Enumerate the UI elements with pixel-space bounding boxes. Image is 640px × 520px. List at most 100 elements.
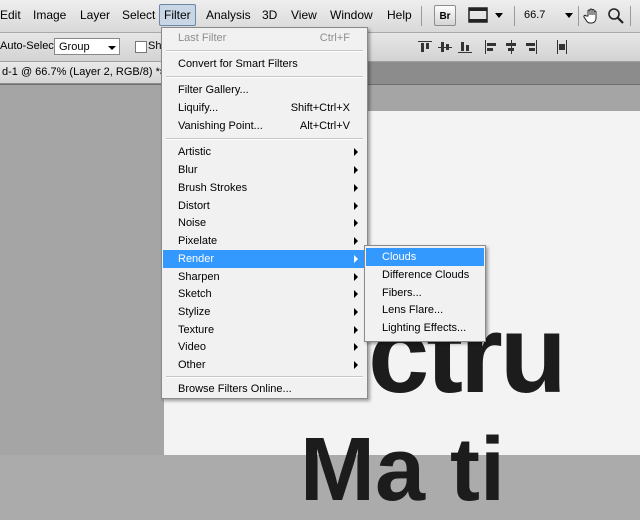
submenu-arrow-icon bbox=[354, 255, 358, 263]
submenu-arrow-icon bbox=[354, 361, 358, 369]
menu-analysis[interactable]: Analysis bbox=[204, 5, 253, 25]
submenu-arrow-icon bbox=[354, 237, 358, 245]
auto-select-value: Group bbox=[59, 41, 90, 53]
menu-item-label: Noise bbox=[178, 217, 207, 229]
submenu-arrow-icon bbox=[354, 166, 358, 174]
menu-item-label: Stylize bbox=[178, 306, 211, 318]
menu-item-label: Vanishing Point... bbox=[178, 120, 263, 132]
distribute-icon[interactable] bbox=[555, 40, 569, 54]
submenu-arrow-icon bbox=[354, 290, 358, 298]
shortcut-label: Shift+Ctrl+X bbox=[290, 102, 350, 114]
menu-item-label: Sketch bbox=[178, 288, 212, 300]
menubar-divider bbox=[630, 6, 631, 26]
menu-item-label: Convert for Smart Filters bbox=[178, 58, 298, 70]
menu-item-video[interactable]: Video bbox=[163, 338, 366, 356]
submenu-arrow-icon bbox=[354, 184, 358, 192]
chevron-down-icon bbox=[108, 46, 116, 50]
menu-item-sketch[interactable]: Sketch bbox=[163, 285, 366, 303]
menu-item-label: Other bbox=[178, 359, 206, 371]
align-vcenter-icon[interactable] bbox=[438, 40, 452, 54]
view-extras-button[interactable] bbox=[466, 5, 506, 26]
menu-separator bbox=[166, 138, 363, 140]
menu-item-pixelate[interactable]: Pixelate bbox=[163, 232, 366, 250]
menu-item-sharpen[interactable]: Sharpen bbox=[163, 268, 366, 286]
zoom-tool-icon[interactable] bbox=[607, 7, 625, 25]
menu-item-label: Artistic bbox=[178, 146, 211, 158]
menu-window[interactable]: Window bbox=[328, 5, 375, 25]
menu-item-label: Last Filter bbox=[178, 32, 227, 44]
menu-select[interactable]: Select bbox=[120, 5, 157, 25]
menu-separator bbox=[166, 376, 363, 378]
menu-separator bbox=[166, 50, 363, 52]
hand-tool-icon[interactable] bbox=[583, 7, 601, 25]
document-tab[interactable]: d-1 @ 66.7% (Layer 2, RGB/8) * × bbox=[0, 62, 170, 83]
align-hcenter-icon[interactable] bbox=[504, 40, 518, 54]
bridge-button[interactable]: Br bbox=[434, 5, 456, 26]
menubar-divider bbox=[421, 6, 422, 26]
submenu-arrow-icon bbox=[354, 308, 358, 316]
menu-item-filter-gallery[interactable]: Filter Gallery... bbox=[163, 81, 366, 99]
submenu-arrow-icon bbox=[354, 148, 358, 156]
menu-item-liquify[interactable]: Liquify... Shift+Ctrl+X bbox=[163, 99, 366, 117]
menu-item-label: Browse Filters Online... bbox=[178, 383, 292, 395]
submenu-item-lighting-effects[interactable]: Lighting Effects... bbox=[366, 319, 484, 337]
shortcut-label: Alt+Ctrl+V bbox=[299, 120, 350, 132]
menu-item-label: Texture bbox=[178, 324, 215, 336]
submenu-item-lens-flare[interactable]: Lens Flare... bbox=[366, 301, 484, 319]
auto-select-dropdown[interactable]: Group bbox=[54, 38, 120, 55]
menu-item-distort[interactable]: Distort bbox=[163, 197, 366, 215]
menu-3d[interactable]: 3D bbox=[260, 5, 279, 25]
menu-item-label: Sharpen bbox=[178, 271, 220, 283]
submenu-item-difference-clouds[interactable]: Difference Clouds bbox=[366, 266, 484, 284]
menu-item-label: Brush Strokes bbox=[178, 182, 248, 194]
menu-image[interactable]: Image bbox=[31, 5, 68, 25]
menu-item-brush-strokes[interactable]: Brush Strokes bbox=[163, 179, 366, 197]
menu-item-label: Distort bbox=[178, 200, 210, 212]
align-bottom-icon[interactable] bbox=[458, 40, 472, 54]
menu-item-noise[interactable]: Noise bbox=[163, 214, 366, 232]
menu-item-label: Fibers... bbox=[382, 287, 422, 299]
align-right-icon[interactable] bbox=[524, 40, 538, 54]
menu-item-vanishing-point[interactable]: Vanishing Point... Alt+Ctrl+V bbox=[163, 117, 366, 135]
show-transform-label: Sh bbox=[148, 40, 162, 52]
menu-separator bbox=[166, 76, 363, 78]
menu-item-stylize[interactable]: Stylize bbox=[163, 303, 366, 321]
menu-item-other[interactable]: Other bbox=[163, 356, 366, 374]
menu-view[interactable]: View bbox=[289, 5, 319, 25]
zoom-dropdown-icon[interactable] bbox=[565, 13, 573, 18]
menu-layer[interactable]: Layer bbox=[78, 5, 112, 25]
menu-item-label: Clouds bbox=[382, 251, 417, 263]
zoom-level[interactable]: 66.7 bbox=[522, 5, 547, 25]
menu-edit[interactable]: Edit bbox=[0, 5, 23, 25]
submenu-arrow-icon bbox=[354, 219, 358, 227]
menu-item-label: Difference Clouds bbox=[382, 269, 470, 281]
menu-item-render[interactable]: Render bbox=[163, 250, 366, 268]
menu-item-browse-filters-online[interactable]: Browse Filters Online... bbox=[163, 380, 366, 398]
align-top-icon[interactable] bbox=[418, 40, 432, 54]
chevron-down-icon bbox=[495, 13, 503, 18]
menu-help[interactable]: Help bbox=[385, 5, 414, 25]
auto-select-label: Auto-Select: bbox=[0, 40, 60, 52]
menubar-divider bbox=[578, 6, 579, 26]
menu-item-label: Liquify... bbox=[178, 102, 219, 114]
submenu-item-fibers[interactable]: Fibers... bbox=[366, 284, 484, 302]
menu-item-label: Lighting Effects... bbox=[382, 322, 467, 334]
submenu-item-clouds[interactable]: Clouds bbox=[366, 248, 484, 266]
menu-item-blur[interactable]: Blur bbox=[163, 161, 366, 179]
submenu-arrow-icon bbox=[354, 343, 358, 351]
align-left-icon[interactable] bbox=[484, 40, 498, 54]
menu-item-label: Pixelate bbox=[178, 235, 218, 247]
menubar-divider bbox=[514, 6, 515, 26]
filter-menu: Last Filter Ctrl+F Convert for Smart Fil… bbox=[161, 27, 368, 399]
menu-item-label: Blur bbox=[178, 164, 198, 176]
menu-item-label: Render bbox=[178, 253, 215, 265]
menu-item-artistic[interactable]: Artistic bbox=[163, 143, 366, 161]
document-title: d-1 @ 66.7% (Layer 2, RGB/8) * bbox=[2, 66, 160, 78]
menu-item-label: Lens Flare... bbox=[382, 304, 444, 316]
show-transform-checkbox[interactable] bbox=[135, 41, 147, 53]
film-strip-icon bbox=[468, 7, 488, 23]
submenu-arrow-icon bbox=[354, 202, 358, 210]
menu-item-convert-smart-filters[interactable]: Convert for Smart Filters bbox=[163, 55, 366, 73]
menu-item-texture[interactable]: Texture bbox=[163, 321, 366, 339]
menu-filter[interactable]: Filter bbox=[159, 4, 196, 26]
